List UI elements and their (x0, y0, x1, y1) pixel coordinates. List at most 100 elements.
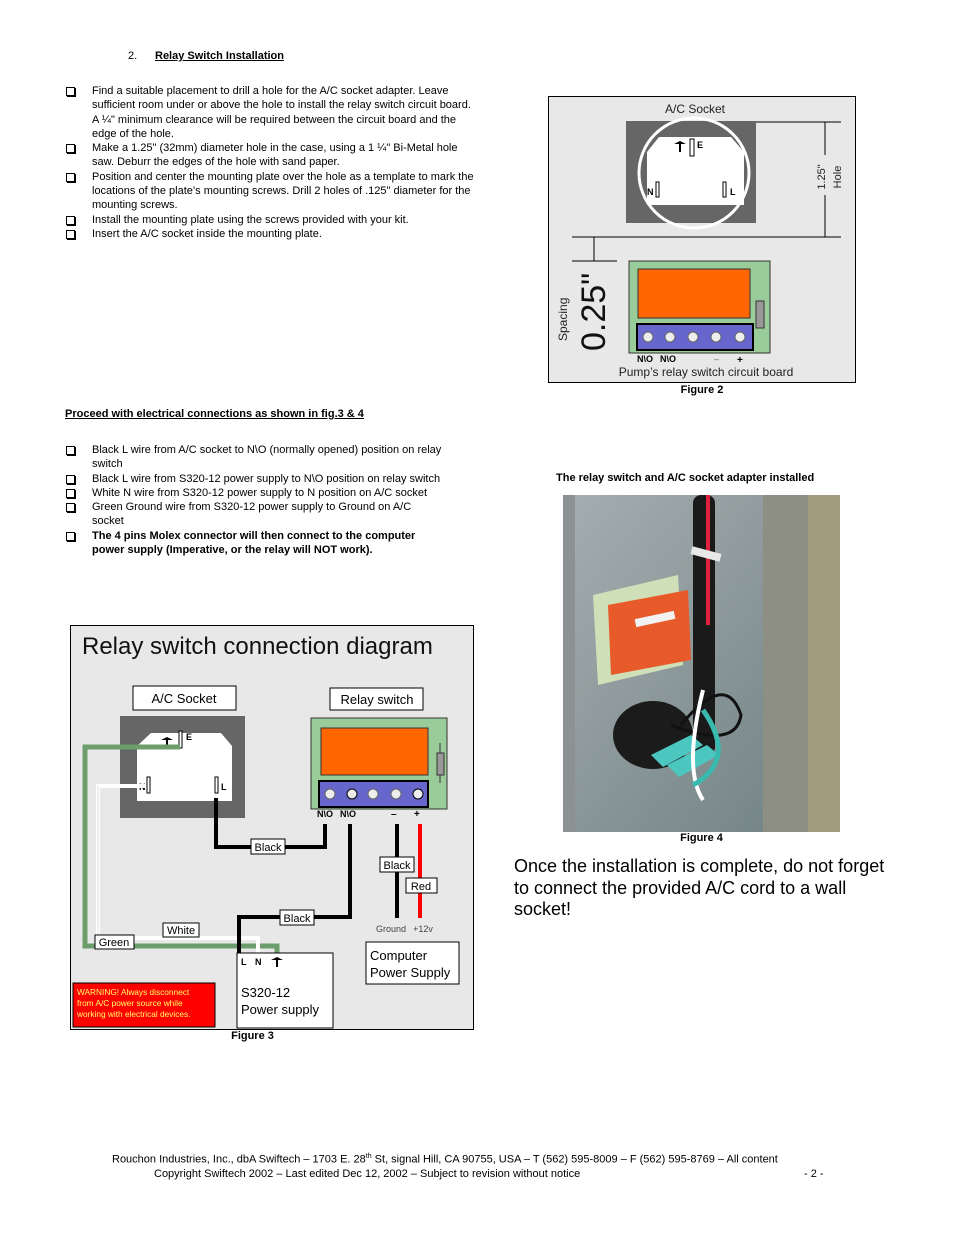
pin-e-label: E (186, 732, 192, 742)
checklist-item: Insert the A/C socket inside the mountin… (64, 227, 479, 241)
relay-label: Relay switch (341, 692, 414, 707)
relay-component (320, 727, 429, 776)
pin-e-label: E (697, 140, 703, 150)
terminal-screw-icon (367, 788, 379, 800)
terminal-label-minus: – (391, 809, 397, 820)
pin-l (214, 776, 219, 794)
wire-label-green: Green (99, 937, 130, 949)
checklist-item: Find a suitable placement to drill a hol… (64, 84, 479, 141)
resistor (755, 300, 765, 329)
checkbox-icon (66, 87, 75, 96)
terminal-screw-icon (734, 331, 746, 343)
hole-dimension-value: 1.25" (816, 164, 828, 189)
proceed-heading: Proceed with electrical connections as s… (65, 408, 364, 420)
spacing-value: 0.25" (575, 273, 613, 351)
terminal-label-no2: N\O (340, 809, 356, 819)
checklist-item: Make a 1.25" (32mm) diameter hole in the… (64, 141, 479, 170)
psu-desc: Power supply (241, 1002, 320, 1017)
ground-label: Ground (376, 924, 406, 934)
relay-component (608, 590, 691, 675)
wire-label-red: Red (411, 881, 431, 893)
relay-component (637, 268, 751, 319)
terminal-label-minus: – (714, 354, 719, 364)
section-title: Relay Switch Installation (155, 50, 284, 62)
board-label: Pump’s relay switch circuit board (619, 365, 794, 379)
checklist-item: Position and center the mounting plate o… (64, 170, 479, 213)
hole-dimension-label: Hole (832, 166, 844, 189)
terminal-screw-icon (710, 331, 722, 343)
checkbox-icon (66, 144, 75, 154)
ac-socket-label: A/C Socket (151, 691, 216, 706)
terminal-label-no1: N\O (317, 809, 333, 819)
checkbox-icon (66, 229, 75, 239)
warning-text: WARNING! Always disconnect from A/C powe… (76, 987, 192, 1019)
photo-title: The relay switch and A/C socket adapter … (556, 472, 815, 484)
pin-l (722, 181, 727, 198)
figure-2-diagram: A/C Socket 1.25" Hole 0.25" Spacing E N … (548, 96, 856, 383)
checkbox-icon (66, 488, 75, 498)
computer-psu-label-2: Power Supply (370, 965, 451, 980)
footer-address: Rouchon Industries, Inc., dbA Swiftech –… (112, 1153, 778, 1166)
footer-copyright: Copyright Swiftech 2002 – Last edited De… (154, 1168, 824, 1181)
terminal-screw-icon (324, 788, 336, 800)
terminal-label-plus: + (414, 809, 420, 820)
closing-note: Once the installation is complete, do no… (514, 856, 885, 919)
figure-2-caption: Figure 2 (680, 384, 724, 396)
terminal-screw-icon (412, 788, 424, 800)
figure-3-caption: Figure 3 (231, 1030, 274, 1042)
ac-socket-label: A/C Socket (665, 102, 726, 116)
install-checklist: Find a suitable placement to drill a hol… (64, 84, 479, 241)
wire-label-black-2: Black (284, 913, 311, 925)
figure-3-diagram: Relay switch connection diagram A/C Sock… (70, 625, 474, 1030)
figure-2-svg: A/C Socket 1.25" Hole 0.25" Spacing E N … (556, 102, 844, 379)
diagram-title: Relay switch connection diagram (82, 633, 433, 660)
computer-psu-label-1: Computer (370, 948, 428, 963)
page-footer: Rouchon Industries, Inc., dbA Swiftech –… (100, 1150, 880, 1182)
pin-l-label: L (221, 782, 227, 792)
pin-n-label: N (647, 187, 654, 197)
checkbox-icon (66, 172, 75, 182)
pin-n (146, 776, 151, 794)
terminal-label-no1: N\O (637, 354, 653, 364)
checklist-item: Black L wire from S320-12 power supply t… (64, 472, 444, 486)
case-edge (563, 495, 575, 832)
terminal-screw-icon (687, 331, 699, 343)
checkbox-icon (66, 531, 75, 541)
v12-label: +12v (413, 924, 433, 934)
psu-pin-n: N (255, 957, 262, 967)
checklist-item: Install the mounting plate using the scr… (64, 213, 479, 227)
checkbox-icon (66, 503, 75, 513)
checklist-item-important: The 4 pins Molex connector will then con… (64, 529, 444, 558)
photo-illustration (563, 495, 840, 832)
wire-label-white: White (167, 925, 195, 937)
figure-4-caption: Figure 4 (680, 832, 723, 844)
red-wire (706, 495, 710, 625)
checklist-item: Green Ground wire from S320-12 power sup… (64, 500, 444, 529)
checkbox-icon (66, 446, 75, 455)
figure-3-svg: Relay switch connection diagram A/C Sock… (72, 633, 460, 1029)
connection-checklist: Black L wire from A/C socket to N\O (nor… (64, 443, 444, 557)
psu-name: S320-12 (241, 985, 290, 1000)
spacing-label: Spacing (556, 298, 570, 341)
checkbox-icon (66, 474, 75, 484)
checklist-item: Black L wire from A/C socket to N\O (nor… (64, 443, 444, 472)
section-number: 2. (128, 50, 138, 62)
resistor (436, 752, 445, 776)
terminal-screw-icon (390, 788, 402, 800)
terminal-screw-icon (642, 331, 654, 343)
terminal-screw-icon (346, 788, 358, 800)
terminal-screw-icon (664, 331, 676, 343)
page-number: - 2 - (804, 1168, 824, 1181)
checkbox-icon (66, 215, 75, 225)
psu-pin-l: L (241, 957, 247, 967)
installation-photo (563, 495, 840, 832)
pin-l-label: L (730, 187, 736, 197)
checklist-item: White N wire from S320-12 power supply t… (64, 486, 444, 500)
wire-label-black-1: Black (255, 842, 282, 854)
pin-e (689, 138, 695, 157)
wire-label-black-3: Black (384, 860, 411, 872)
terminal-label-no2: N\O (660, 354, 676, 364)
section-heading: 2. Relay Switch Installation (128, 50, 284, 62)
pin-n (655, 181, 660, 198)
drive-bay-rail (808, 495, 840, 832)
